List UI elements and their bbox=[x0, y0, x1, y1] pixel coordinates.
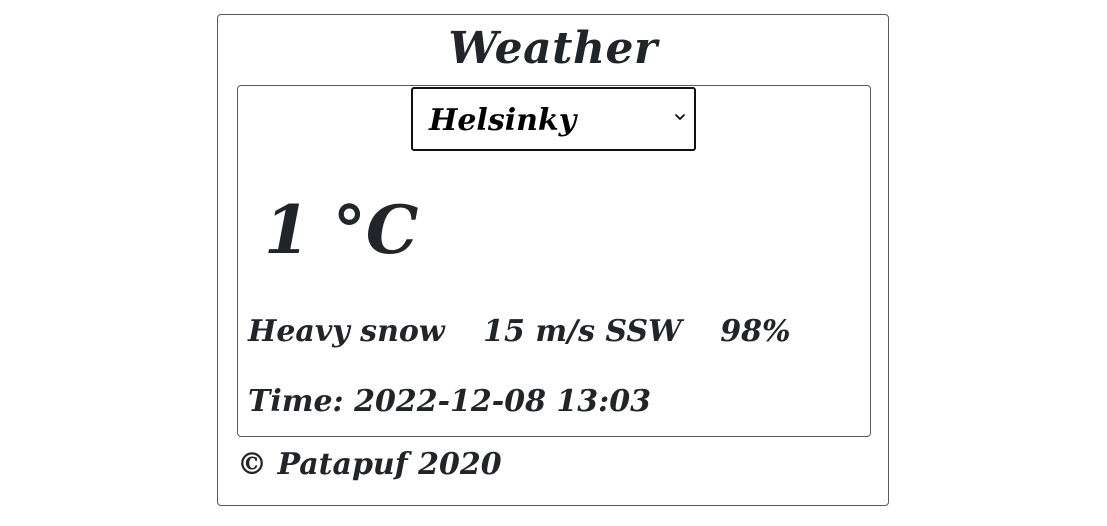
temperature-readout: 1 °C bbox=[264, 191, 419, 269]
city-select[interactable]: Helsinky bbox=[411, 87, 696, 151]
weather-card: Helsinky 1 °C Heavy snow 15 m/s SSW 98% … bbox=[237, 85, 871, 437]
time-label: Time: bbox=[248, 384, 344, 419]
time-value: 2022-12-08 13:03 bbox=[354, 384, 651, 419]
copyright-symbol: © bbox=[237, 447, 267, 482]
app-title: Weather bbox=[448, 23, 658, 74]
weather-app: Weather Helsinky 1 °C Heavy snow 15 m/s … bbox=[217, 14, 889, 506]
city-select-value: Helsinky bbox=[429, 103, 577, 138]
time-row: Time: 2022-12-08 13:03 bbox=[248, 382, 651, 422]
chevron-down-icon bbox=[675, 114, 685, 120]
footer-year: 2020 bbox=[418, 447, 502, 482]
wind-text: 15 m/s SSW bbox=[483, 314, 682, 349]
footer: © Patapuf 2020 bbox=[237, 445, 502, 485]
conditions-row: Heavy snow 15 m/s SSW 98% bbox=[248, 312, 790, 352]
condition-text: Heavy snow bbox=[248, 314, 445, 349]
footer-author: Patapuf bbox=[277, 447, 408, 482]
humidity-text: 98% bbox=[720, 314, 791, 349]
